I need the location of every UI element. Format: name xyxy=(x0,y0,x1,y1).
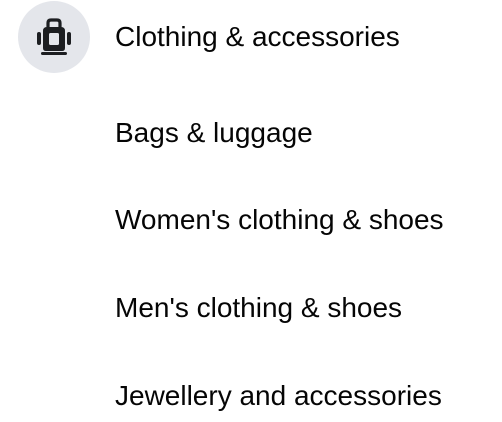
subcategory-bags-luggage[interactable]: Bags & luggage xyxy=(115,116,313,150)
subcategory-mens-clothing-shoes[interactable]: Men's clothing & shoes xyxy=(115,291,402,325)
category-icon-container xyxy=(18,1,90,73)
category-title: Clothing & accessories xyxy=(115,21,400,52)
category-header[interactable]: Clothing & accessories xyxy=(18,1,400,73)
subcategory-jewellery-accessories[interactable]: Jewellery and accessories xyxy=(115,379,442,413)
bag-icon xyxy=(37,18,71,55)
subcategory-womens-clothing-shoes[interactable]: Women's clothing & shoes xyxy=(115,203,444,237)
